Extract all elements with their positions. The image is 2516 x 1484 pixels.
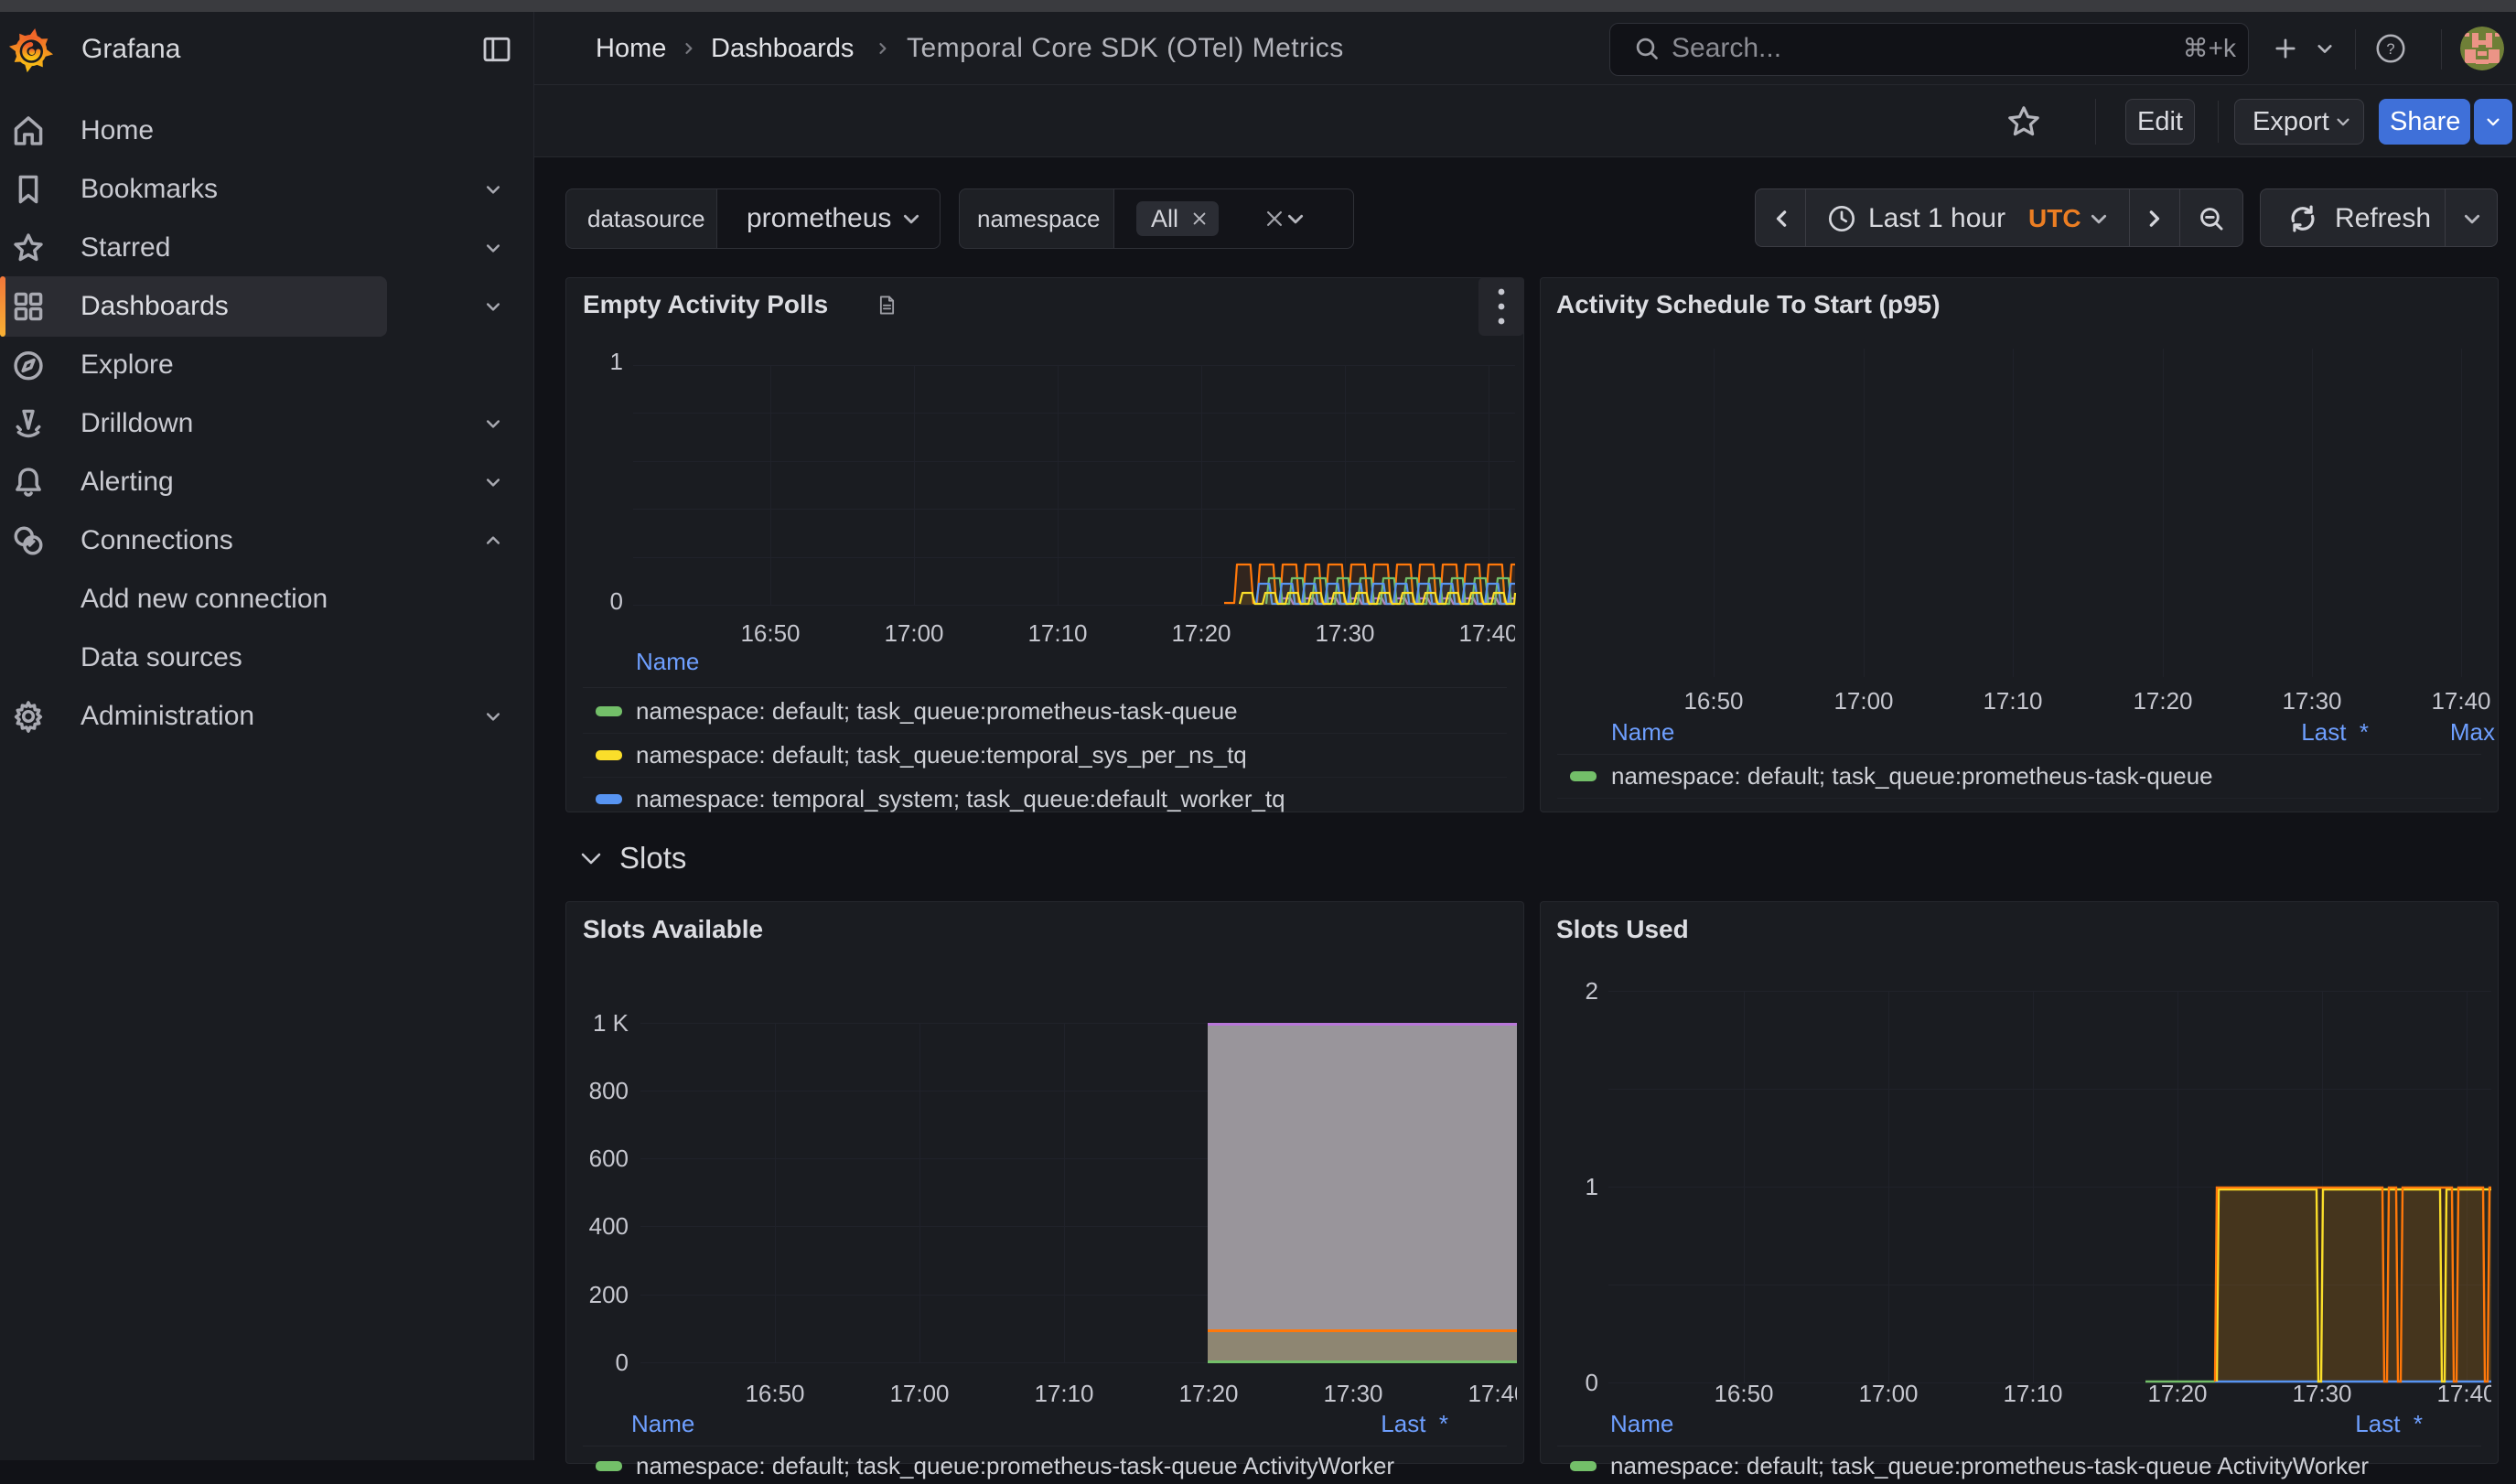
svg-text:?: ?	[2386, 40, 2394, 58]
